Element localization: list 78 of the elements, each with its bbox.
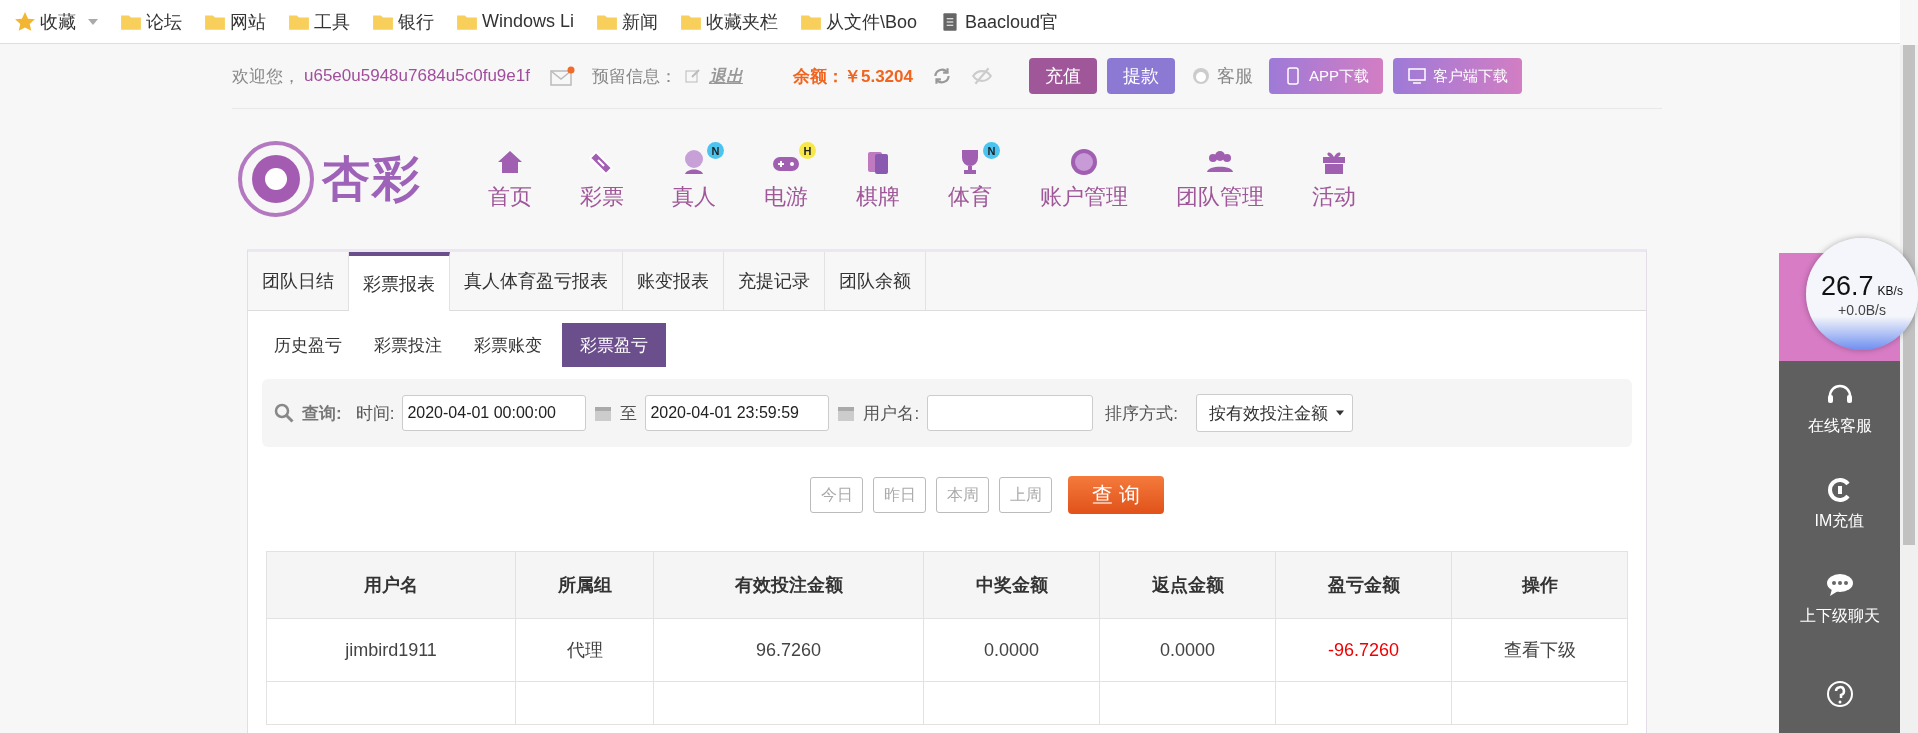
column-header: 操作 [1451, 551, 1628, 619]
table-cell: 代理 [515, 618, 654, 682]
bookmark-item[interactable]: Windows Li [456, 10, 575, 33]
nav-item[interactable]: 活动 [1288, 146, 1380, 212]
bookmark-item[interactable]: 收藏 [14, 9, 98, 34]
start-time-field[interactable]: 2020-04-01 00:00:00 [402, 395, 587, 431]
sub-tab[interactable]: 彩票投注 [362, 323, 454, 367]
column-header: 返点金额 [1099, 551, 1276, 619]
nav-item[interactable]: 团队管理 [1152, 146, 1288, 212]
calendar-icon[interactable] [594, 404, 613, 422]
reserved-info-label: 预留信息： [591, 65, 677, 88]
to-label: 至 [620, 402, 638, 425]
table-cell: 96.7260 [653, 618, 924, 682]
coin-icon [1068, 146, 1100, 178]
query-label: 查询: [302, 402, 342, 425]
bookmark-item[interactable]: Baacloud官 [939, 9, 1059, 34]
username-field[interactable] [927, 395, 1094, 431]
bookmark-item[interactable]: 银行 [372, 9, 434, 34]
column-header: 中奖金额 [923, 551, 1100, 619]
search-icon [274, 403, 294, 423]
nav-item[interactable]: 彩票 [556, 146, 648, 212]
withdraw-button[interactable]: 提款 [1106, 58, 1175, 94]
bookmark-item[interactable]: 工具 [288, 9, 350, 34]
logo-text: 杏彩 [322, 151, 422, 207]
nav-item[interactable]: 棋牌 [832, 146, 924, 212]
sub-tab[interactable]: 彩票账变 [462, 323, 554, 367]
greeting-text: 欢迎您， [232, 65, 300, 88]
report-tab[interactable]: 账变报表 [623, 252, 724, 310]
time-label: 时间: [355, 402, 395, 425]
sidebar-item[interactable]: 在线客服 [1779, 361, 1900, 456]
sub-tab[interactable]: 彩票盈亏 [562, 323, 666, 367]
bookmark-item[interactable]: 网站 [204, 9, 266, 34]
download-speed: 26.7 [1821, 270, 1874, 302]
username: u65e0u5948u7684u5c0fu9e1f [304, 66, 530, 86]
deposit-button[interactable]: 充值 [1028, 58, 1097, 94]
upload-speed: +0.0B/s [1838, 301, 1886, 318]
edit-icon[interactable] [684, 68, 701, 84]
report-tab[interactable]: 充提记录 [724, 252, 825, 310]
eye-slash-icon[interactable] [970, 65, 993, 87]
mail-icon[interactable] [549, 66, 576, 86]
view-subordinates-link[interactable]: 查看下级 [1451, 618, 1628, 682]
caret-icon [1335, 410, 1344, 416]
table-cell: 0.0000 [923, 618, 1100, 682]
report-tab[interactable]: 真人体育盈亏报表 [450, 252, 623, 310]
nav-badge: H [799, 142, 816, 159]
calendar-icon[interactable] [837, 404, 856, 422]
column-header: 有效投注金额 [653, 551, 924, 619]
balance-label: 余额： [792, 65, 844, 88]
bookmark-item[interactable]: 论坛 [120, 9, 182, 34]
username-label: 用户名: [863, 402, 920, 425]
end-time-field[interactable]: 2020-04-01 23:59:59 [645, 395, 830, 431]
caret-icon[interactable] [88, 18, 98, 25]
sub-tab[interactable]: 历史盈亏 [262, 323, 354, 367]
bookmark-item[interactable]: 新闻 [596, 9, 659, 34]
table-cell: 0.0000 [1099, 618, 1276, 682]
report-tab[interactable]: 彩票报表 [349, 252, 450, 311]
sort-label: 排序方式: [1105, 402, 1178, 425]
bookmark-item[interactable]: 从文件\Boo [800, 9, 918, 34]
bookmark-item[interactable]: 收藏夹栏 [680, 9, 779, 34]
monitor-icon [1406, 66, 1427, 86]
table-cell: jimbird1911 [266, 618, 516, 682]
nav-badge: N [707, 142, 724, 159]
column-header: 所属组 [515, 551, 654, 619]
report-tab[interactable]: 团队余额 [825, 252, 926, 310]
nav-item[interactable]: 账户管理 [1016, 146, 1152, 212]
column-header: 盈亏金额 [1275, 551, 1452, 619]
sidebar-item[interactable]: IM充值 [1779, 456, 1900, 551]
sidebar-item[interactable]: 上下级聊天 [1779, 551, 1900, 646]
column-header: 用户名 [266, 551, 516, 619]
nav-item[interactable]: 首页 [464, 146, 556, 212]
service-button[interactable]: 客服 [1184, 58, 1259, 94]
sort-dropdown[interactable]: 按有效投注金额 [1195, 394, 1353, 432]
nav-badge: N [983, 142, 1000, 159]
balance-amount: ￥5.3204 [843, 65, 913, 88]
help-icon [1824, 678, 1855, 709]
speed-unit: KB/s [1877, 283, 1903, 298]
star-icon [14, 10, 36, 33]
table-cell: -96.7260 [1275, 618, 1452, 682]
